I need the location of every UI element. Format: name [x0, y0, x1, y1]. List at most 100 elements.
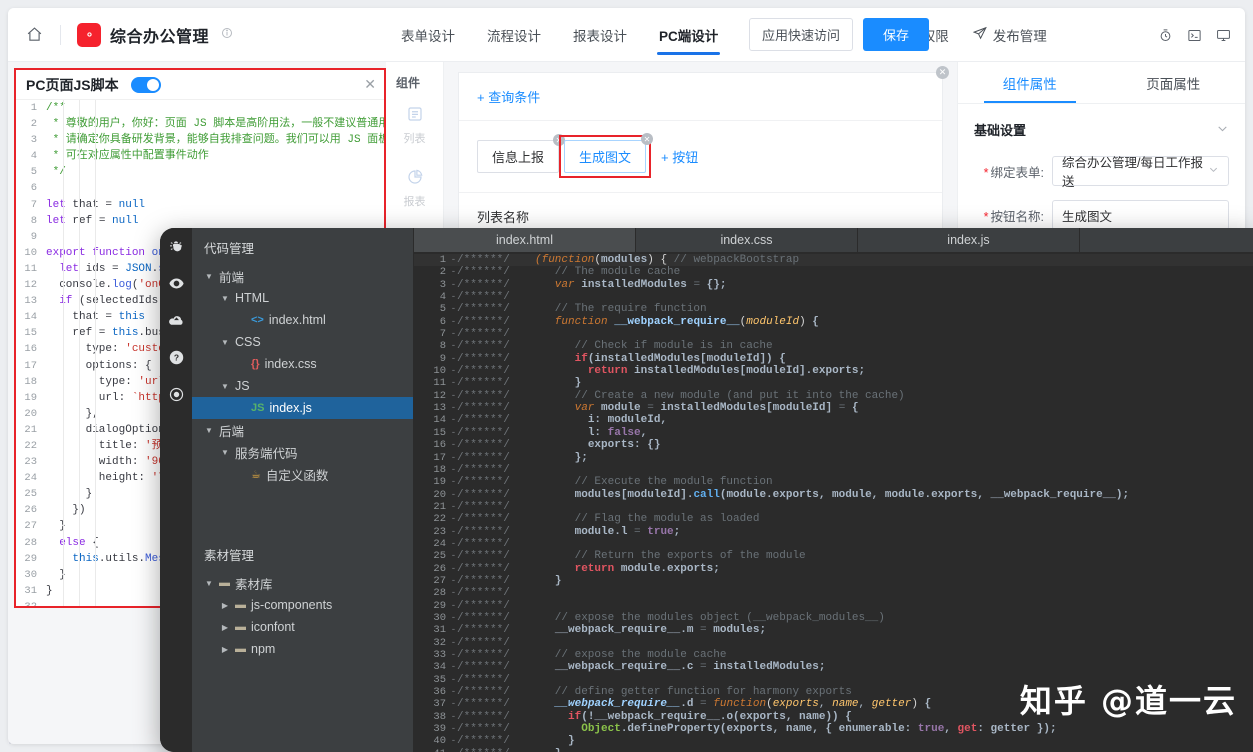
add-button-link[interactable]: + 按钮 — [661, 147, 698, 166]
nav-item-flow-design[interactable]: 流程设计 — [471, 8, 557, 62]
preview-icon[interactable] — [166, 384, 186, 404]
asset-tree-node[interactable]: ▶ ▬ js-components — [192, 594, 413, 616]
rail-item-report[interactable]: 报表 — [386, 168, 443, 209]
canvas-button-row: 信息上报 ✕ 生成图文 ✕ + 按钮 — [459, 121, 942, 193]
button-name-input[interactable]: 生成图文 — [1052, 200, 1229, 230]
canvas-button-report[interactable]: 信息上报 — [477, 140, 560, 173]
nav-item-form-design[interactable]: 表单设计 — [385, 8, 471, 62]
send-icon — [972, 26, 987, 43]
folder-icon: ▬ — [219, 577, 230, 589]
js-panel-title: PC页面JS脚本 — [26, 76, 119, 93]
save-button[interactable]: 保存 — [862, 18, 929, 51]
editor-code-line: 12-/******/ // Create a new module (and … — [433, 389, 905, 402]
tree-arrow-icon[interactable]: ▼ — [220, 448, 230, 457]
code-tree-node[interactable]: ▼ JS — [192, 375, 413, 397]
bind-form-select[interactable]: 综合办公管理/每日工作报送 — [1052, 156, 1229, 189]
editor-tab-index-js[interactable]: index.js — [858, 228, 1080, 252]
tree-arrow-icon[interactable]: ▶ — [220, 623, 230, 632]
home-icon[interactable] — [8, 26, 60, 43]
tree-node-label: index.html — [268, 313, 326, 327]
editor-code-line: 3-/******/ var installedModules = {}; — [439, 278, 727, 291]
code-tree-title: 代码管理 — [204, 242, 255, 256]
tree-arrow-icon[interactable]: ▶ — [220, 601, 230, 610]
info-circle-icon[interactable] — [221, 27, 233, 42]
code-tree-node[interactable]: {} index.css — [192, 353, 413, 375]
svg-text:?: ? — [173, 352, 178, 362]
add-query-condition-link[interactable]: + 查询条件 — [477, 90, 540, 105]
main-nav: 表单设计 流程设计 报表设计 PC端设计 移动端设计 应用权限 — [385, 8, 1059, 62]
remove-button-icon[interactable]: ✕ — [641, 133, 654, 145]
tree-arrow-icon[interactable]: ▼ — [220, 382, 230, 391]
tree-arrow-icon[interactable]: ▼ — [220, 338, 230, 347]
tree-arrow-icon[interactable]: ▼ — [204, 272, 214, 281]
rail-item-list[interactable]: 列表 — [386, 105, 443, 146]
tree-node-label: index.js — [269, 401, 312, 415]
bug-icon[interactable] — [166, 236, 186, 256]
quick-access-button[interactable]: 应用快速访问 — [748, 18, 853, 51]
editor-code-area[interactable]: 1-/******/(function(modules) { // webpac… — [414, 252, 1253, 752]
select-value: 综合办公管理/每日工作报送 — [1062, 156, 1203, 189]
monitor-icon[interactable] — [1216, 28, 1231, 43]
rail-item-label: 列表 — [403, 133, 426, 145]
field-label: * 按钮名称: — [983, 209, 1044, 224]
css-file-icon: {} — [251, 358, 260, 370]
editor-code-line: 25-/******/ // Return the exports of the… — [433, 550, 806, 563]
tree-arrow-icon[interactable]: ▼ — [220, 294, 230, 303]
basic-settings-section[interactable]: 基础设置 — [958, 104, 1245, 149]
eye-icon[interactable] — [166, 273, 186, 293]
help-icon[interactable]: ? — [166, 347, 186, 367]
tab-page-properties[interactable]: 页面属性 — [1102, 62, 1246, 103]
components-rail-title: 组件 — [396, 76, 421, 90]
code-tree-node[interactable]: <> index.html — [192, 309, 413, 331]
code-tree-node[interactable]: JS index.js — [192, 397, 413, 419]
editor-code-line: 24-/******/ — [433, 537, 510, 550]
editor-code-line: 37-/******/ __webpack_require__.d = func… — [433, 698, 932, 711]
nav-item-pc-design[interactable]: PC端设计 — [643, 8, 734, 62]
header-right-icons — [1158, 8, 1231, 62]
editor-tab-index-css[interactable]: index.css — [636, 228, 858, 252]
nav-action-label: 发布管理 — [992, 28, 1047, 44]
code-tree-nodes: ▼ 前端 ▼ HTML <> index.html ▼ CSS {} index.css ▼ JS JS… — [192, 265, 413, 485]
editor-code-line: 33-/******/ // expose the module cache — [433, 649, 727, 661]
editor-tab-index-html[interactable]: index.html — [414, 228, 636, 252]
asset-tree-node[interactable]: ▼ ▬ 素材库 — [192, 572, 413, 594]
code-tree-node[interactable]: ☕ 自定义函数 — [192, 463, 413, 485]
editor-code-line: 39-/******/ Object.defineProperty(export… — [433, 723, 1057, 736]
code-tree-node[interactable]: ▼ 前端 — [192, 265, 413, 287]
canvas-button-generate[interactable]: 生成图文 — [564, 140, 647, 173]
close-icon[interactable]: ✕ — [936, 66, 949, 79]
tab-label: index.css — [720, 233, 773, 247]
app-logo-icon — [77, 22, 101, 47]
tree-arrow-icon[interactable]: ▶ — [220, 645, 230, 654]
editor-code-line: 36-/******/ // define getter function fo… — [433, 686, 852, 699]
js-code-line: 8 let ref = null — [30, 214, 139, 227]
js-enable-toggle[interactable] — [130, 76, 161, 93]
list-icon — [406, 105, 424, 126]
nav-label: 表单设计 — [401, 28, 456, 44]
editor-code-line: 8-/******/ // Check if module is in cach… — [439, 340, 773, 353]
code-tree-node[interactable]: ▼ 后端 — [192, 419, 413, 441]
editor-code-line: 20-/******/ modules[moduleId].call(modul… — [433, 488, 1130, 501]
editor-code-line: 15-/******/ l: false, — [433, 426, 648, 439]
rail-item-label: 报表 — [403, 196, 426, 208]
tree-arrow-icon[interactable]: ▼ — [204, 579, 214, 588]
editor-code-line: 35-/******/ — [433, 673, 510, 686]
chevron-down-icon[interactable] — [1216, 122, 1229, 138]
tree-node-label: 服务端代码 — [235, 446, 298, 461]
asset-tree-node[interactable]: ▶ ▬ npm — [192, 638, 413, 660]
terminal-icon[interactable] — [1187, 28, 1202, 43]
close-icon[interactable]: ✕ — [364, 76, 376, 93]
nav-item-report-design[interactable]: 报表设计 — [557, 8, 643, 62]
code-tree-node[interactable]: ▼ CSS — [192, 331, 413, 353]
report-chart-icon — [406, 168, 424, 189]
tab-component-properties[interactable]: 组件属性 — [958, 62, 1102, 103]
asset-tree-node[interactable]: ▶ ▬ iconfont — [192, 616, 413, 638]
history-icon[interactable] — [1158, 28, 1173, 43]
tree-arrow-icon[interactable]: ▼ — [204, 426, 214, 435]
editor-code-line: 32-/******/ — [433, 636, 510, 649]
tree-node-label: CSS — [235, 335, 261, 349]
cloud-upload-icon[interactable] — [166, 310, 186, 330]
nav-action-publish[interactable]: 发布管理 — [961, 25, 1059, 45]
code-tree-node[interactable]: ▼ 服务端代码 — [192, 441, 413, 463]
code-tree-node[interactable]: ▼ HTML — [192, 287, 413, 309]
